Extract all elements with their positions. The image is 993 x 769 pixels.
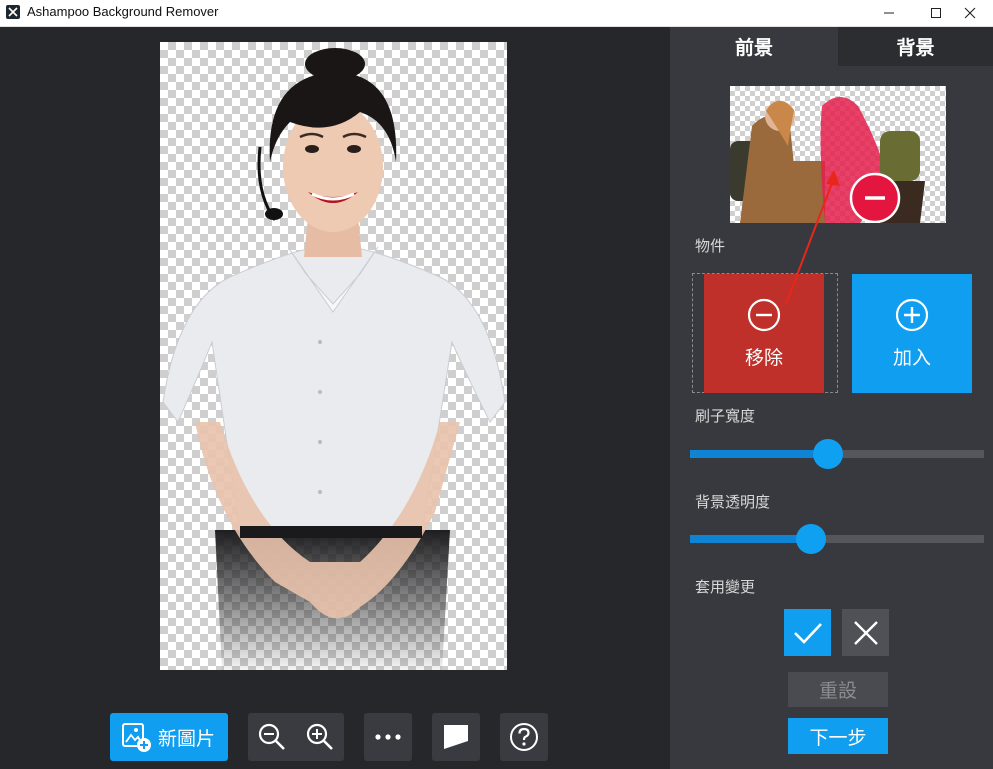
- brush-width-slider[interactable]: [690, 439, 984, 469]
- zoom-out-icon: [258, 723, 285, 750]
- bg-opacity-knob[interactable]: [796, 524, 826, 554]
- cutout-photo: [162, 48, 506, 670]
- tab-foreground[interactable]: 前景: [670, 27, 838, 66]
- window-title: Ashampoo Background Remover: [27, 4, 219, 19]
- object-label: 物件: [695, 237, 726, 255]
- zoom-in-button[interactable]: [304, 721, 336, 753]
- app-logo-icon: [6, 5, 20, 19]
- add-image-icon: [122, 723, 151, 752]
- check-icon: [793, 622, 822, 644]
- zoom-out-button[interactable]: [256, 721, 288, 753]
- minimize-icon: [884, 12, 894, 14]
- minus-circle-icon: [747, 298, 781, 332]
- apply-changes-label: 套用變更: [695, 578, 756, 596]
- reset-button[interactable]: 重設: [788, 672, 888, 707]
- plus-circle-icon: [895, 298, 929, 332]
- new-image-button[interactable]: 新圖片: [110, 713, 228, 761]
- bg-opacity-fill: [690, 535, 811, 543]
- background-toggle-button[interactable]: [432, 713, 480, 761]
- confirm-button[interactable]: [784, 609, 831, 656]
- help-icon: [510, 723, 538, 751]
- brush-width-knob[interactable]: [813, 439, 843, 469]
- more-icon: [375, 734, 401, 740]
- bg-opacity-label: 背景透明度: [695, 493, 771, 511]
- minimize-button[interactable]: [866, 0, 912, 26]
- title-bar: Ashampoo Background Remover: [0, 0, 993, 27]
- close-icon: [964, 7, 976, 19]
- maximize-icon: [931, 8, 941, 18]
- add-button[interactable]: 加入: [852, 274, 972, 393]
- zoom-controls: [248, 713, 344, 761]
- cancel-button[interactable]: [842, 609, 889, 656]
- bg-opacity-slider[interactable]: [690, 524, 984, 554]
- zoom-in-icon: [306, 723, 333, 750]
- workspace: 新圖片: [0, 27, 669, 769]
- cross-icon: [853, 620, 878, 645]
- help-button[interactable]: [500, 713, 548, 761]
- remove-label: 移除: [744, 347, 783, 369]
- settings-panel: 前景 背景 物件 移除 加入 刷子寬度 背景透明度 套用變更 重設 下一步: [670, 27, 993, 769]
- preview-illustration: [730, 97, 925, 223]
- tutorial-preview: [730, 86, 946, 223]
- add-label: 加入: [892, 347, 931, 369]
- tab-background[interactable]: 背景: [838, 27, 993, 66]
- new-image-label: 新圖片: [158, 727, 216, 750]
- brush-width-fill: [690, 450, 828, 458]
- close-window-button[interactable]: [947, 0, 993, 26]
- background-toggle-icon: [444, 725, 468, 749]
- more-button[interactable]: [364, 713, 412, 761]
- brush-width-label: 刷子寬度: [695, 407, 756, 425]
- remove-button[interactable]: 移除: [704, 274, 824, 393]
- next-step-button[interactable]: 下一步: [788, 718, 888, 754]
- image-canvas[interactable]: [160, 42, 507, 670]
